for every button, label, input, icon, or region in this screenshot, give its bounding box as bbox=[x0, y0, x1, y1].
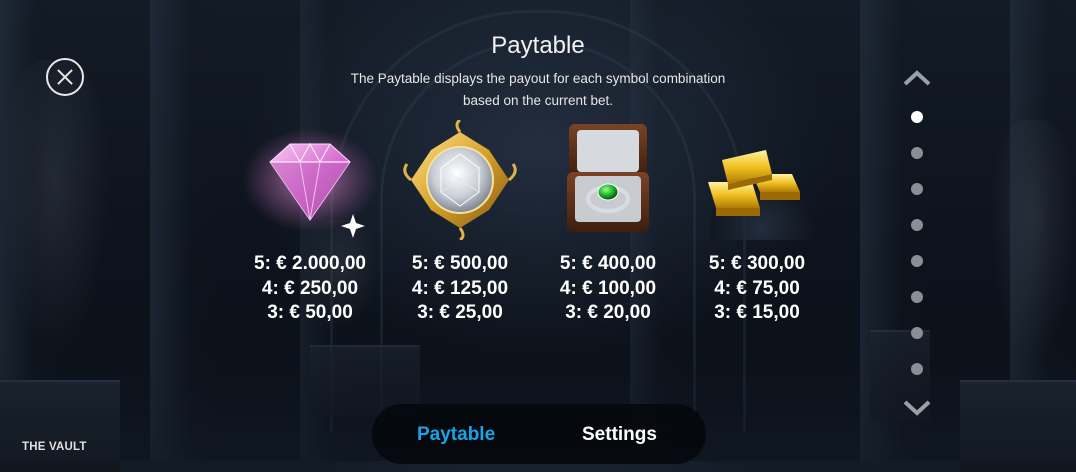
gold-framed-diamond-icon bbox=[385, 118, 535, 242]
page-dot-8[interactable] bbox=[911, 363, 923, 375]
payout-3-of-kind: 3: € 25,00 bbox=[417, 302, 503, 323]
payout-5-of-kind: 5: € 400,00 bbox=[559, 253, 657, 274]
payout-4-of-kind: 4: € 125,00 bbox=[411, 277, 509, 299]
symbol-gold-bars: 5: € 300,00 4: € 75,00 3: € 15,00 bbox=[682, 120, 832, 326]
tab-paytable[interactable]: Paytable bbox=[417, 424, 495, 446]
tab-bar: Paytable Settings bbox=[372, 404, 706, 464]
description-line-2: based on the current bet. bbox=[462, 93, 614, 108]
payout-list: 5: € 300,00 4: € 75,00 3: € 15,00 bbox=[682, 252, 832, 326]
symbol-pink-diamond: 5: € 2.000,00 4: € 250,00 3: € 50,00 bbox=[235, 120, 385, 326]
symbol-gold-framed-diamond: 5: € 500,00 4: € 125,00 3: € 25,00 bbox=[385, 118, 535, 326]
paytable-description: The Paytable displays the payout for eac… bbox=[320, 68, 756, 112]
payout-5-of-kind: 5: € 300,00 bbox=[708, 253, 806, 274]
emerald-ring-box-icon bbox=[533, 120, 683, 240]
page-dot-1[interactable] bbox=[911, 111, 923, 123]
payout-4-of-kind: 4: € 100,00 bbox=[559, 277, 657, 299]
payout-list: 5: € 500,00 4: € 125,00 3: € 25,00 bbox=[385, 252, 535, 326]
payout-list: 5: € 2.000,00 4: € 250,00 3: € 50,00 bbox=[235, 252, 385, 326]
paytable-title: Paytable bbox=[491, 32, 585, 59]
page-dot-3[interactable] bbox=[911, 183, 923, 195]
payout-4-of-kind: 4: € 75,00 bbox=[714, 277, 800, 299]
page-dot-6[interactable] bbox=[911, 291, 923, 303]
pink-diamond-icon bbox=[235, 120, 385, 240]
description-line-1: The Paytable displays the payout for eac… bbox=[350, 71, 726, 86]
chevron-down-icon[interactable] bbox=[902, 400, 932, 416]
payout-4-of-kind: 4: € 250,00 bbox=[261, 277, 359, 299]
gold-bars-icon bbox=[682, 120, 832, 280]
payout-5-of-kind: 5: € 500,00 bbox=[411, 253, 509, 274]
page-dot-2[interactable] bbox=[911, 147, 923, 159]
payout-list: 5: € 400,00 4: € 100,00 3: € 20,00 bbox=[533, 252, 683, 326]
payout-3-of-kind: 3: € 50,00 bbox=[267, 302, 353, 323]
page-navigation bbox=[900, 66, 934, 420]
page-dot-5[interactable] bbox=[911, 255, 923, 267]
close-button[interactable] bbox=[46, 58, 84, 96]
game-logo-text: THE VAULT bbox=[22, 441, 87, 453]
page-dot-4[interactable] bbox=[911, 219, 923, 231]
payout-3-of-kind: 3: € 15,00 bbox=[714, 302, 800, 323]
payout-5-of-kind: 5: € 2.000,00 bbox=[254, 253, 366, 274]
tab-settings[interactable]: Settings bbox=[582, 424, 657, 446]
chevron-up-icon[interactable] bbox=[902, 70, 932, 86]
page-dot-7[interactable] bbox=[911, 327, 923, 339]
payout-3-of-kind: 3: € 20,00 bbox=[565, 302, 651, 323]
symbol-emerald-ring-box: 5: € 400,00 4: € 100,00 3: € 20,00 bbox=[533, 120, 683, 326]
